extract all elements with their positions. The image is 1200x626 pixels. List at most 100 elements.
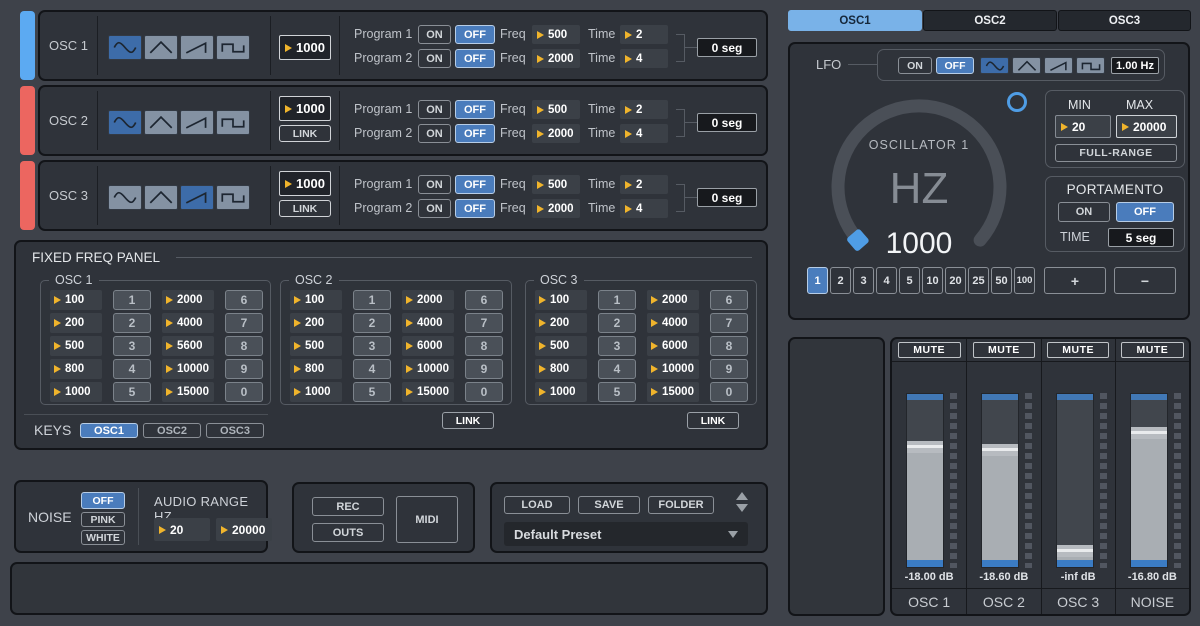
min-value-box[interactable]: 20 [1055, 115, 1111, 138]
fader-handle[interactable] [982, 444, 1018, 456]
freq-value-box[interactable]: 100 [290, 290, 342, 310]
step-4-button[interactable]: 4 [876, 267, 897, 294]
waveform-sine-button[interactable] [108, 185, 142, 210]
increment-button[interactable]: + [1044, 267, 1106, 294]
freq-key-button[interactable]: 7 [225, 313, 263, 333]
freq-key-button[interactable]: 2 [113, 313, 151, 333]
freq-key-button[interactable]: 2 [598, 313, 636, 333]
freq-key-button[interactable]: 8 [465, 336, 503, 356]
freq-key-button[interactable]: 9 [710, 359, 748, 379]
freq-value-box[interactable]: 4000 [162, 313, 214, 333]
freq-key-button[interactable]: 9 [465, 359, 503, 379]
program1-on-button[interactable]: ON [418, 175, 451, 194]
freq-key-button[interactable]: 3 [598, 336, 636, 356]
freq-key-button[interactable]: 2 [353, 313, 391, 333]
waveform-sine-button[interactable] [108, 35, 142, 60]
level-fader[interactable] [906, 393, 944, 568]
freq-value-box[interactable]: 10000 [402, 359, 454, 379]
mute-osc3-button[interactable]: MUTE [1047, 342, 1109, 358]
decrement-button[interactable]: − [1114, 267, 1176, 294]
lfo-wave-saw-button[interactable] [1044, 57, 1073, 74]
freq-key-button[interactable]: 1 [353, 290, 391, 310]
freq-value-box[interactable]: 800 [50, 359, 102, 379]
freq-key-button[interactable]: 4 [353, 359, 391, 379]
preset-up-button[interactable] [736, 492, 748, 500]
osc-frequency-box[interactable]: 1000 [279, 96, 331, 121]
waveform-triangle-button[interactable] [144, 110, 178, 135]
load-button[interactable]: LOAD [504, 496, 570, 514]
freq-value-box[interactable]: 4000 [647, 313, 699, 333]
mute-noise-button[interactable]: MUTE [1121, 342, 1183, 358]
program1-time-box[interactable]: 2 [620, 25, 668, 44]
fader-handle[interactable] [907, 441, 943, 453]
freq-key-button[interactable]: 7 [465, 313, 503, 333]
program2-off-button[interactable]: OFF [455, 124, 495, 143]
program1-time-box[interactable]: 2 [620, 100, 668, 119]
midi-button[interactable]: MIDI [396, 496, 458, 543]
waveform-triangle-button[interactable] [144, 35, 178, 60]
osc-frequency-box[interactable]: 1000 [279, 35, 331, 60]
freq-value-box[interactable]: 800 [290, 359, 342, 379]
program2-time-box[interactable]: 4 [620, 124, 668, 143]
freq-value-box[interactable]: 1000 [50, 382, 102, 402]
freq-value-box[interactable]: 200 [290, 313, 342, 333]
freq-value-box[interactable]: 100 [50, 290, 102, 310]
osc-frequency-box[interactable]: 1000 [279, 171, 331, 196]
freq-value-box[interactable]: 5600 [162, 336, 214, 356]
osc2-link-button[interactable]: LINK [442, 412, 494, 429]
freq-key-button[interactable]: 6 [465, 290, 503, 310]
portamento-on-button[interactable]: ON [1058, 202, 1110, 222]
freq-value-box[interactable]: 1000 [535, 382, 587, 402]
freq-key-button[interactable]: 0 [465, 382, 503, 402]
freq-value-box[interactable]: 6000 [647, 336, 699, 356]
program2-freq-box[interactable]: 2000 [532, 199, 580, 218]
noise-white-button[interactable]: WHITE [81, 530, 125, 545]
step-20-button[interactable]: 20 [945, 267, 966, 294]
waveform-square-button[interactable] [216, 185, 250, 210]
folder-button[interactable]: FOLDER [648, 496, 714, 514]
freq-value-box[interactable]: 800 [535, 359, 587, 379]
step-1-button[interactable]: 1 [807, 267, 828, 294]
fader-handle[interactable] [1131, 427, 1167, 439]
freq-value-box[interactable]: 15000 [647, 382, 699, 402]
freq-key-button[interactable]: 8 [225, 336, 263, 356]
freq-value-box[interactable]: 1000 [290, 382, 342, 402]
mute-osc2-button[interactable]: MUTE [973, 342, 1035, 358]
waveform-saw-button[interactable] [180, 185, 214, 210]
freq-key-button[interactable]: 0 [225, 382, 263, 402]
lfo-off-button[interactable]: OFF [936, 57, 974, 74]
portamento-off-button[interactable]: OFF [1116, 202, 1174, 222]
program2-time-box[interactable]: 4 [620, 49, 668, 68]
freq-key-button[interactable]: 5 [113, 382, 151, 402]
freq-key-button[interactable]: 8 [710, 336, 748, 356]
freq-value-box[interactable]: 500 [535, 336, 587, 356]
oscillator-dial[interactable]: OSCILLATOR 1 HZ 1000 [817, 85, 1021, 289]
step-50-button[interactable]: 50 [991, 267, 1012, 294]
freq-key-button[interactable]: 1 [113, 290, 151, 310]
tab-osc1[interactable]: OSC1 [788, 10, 922, 31]
program1-off-button[interactable]: OFF [455, 100, 495, 119]
freq-value-box[interactable]: 100 [535, 290, 587, 310]
tab-osc2[interactable]: OSC2 [923, 10, 1057, 31]
program2-on-button[interactable]: ON [418, 49, 451, 68]
program2-on-button[interactable]: ON [418, 199, 451, 218]
freq-key-button[interactable]: 0 [710, 382, 748, 402]
freq-value-box[interactable]: 2000 [162, 290, 214, 310]
freq-key-button[interactable]: 5 [598, 382, 636, 402]
waveform-square-button[interactable] [216, 35, 250, 60]
full-range-button[interactable]: FULL-RANGE [1055, 144, 1177, 162]
freq-value-box[interactable]: 500 [50, 336, 102, 356]
lfo-wave-triangle-button[interactable] [1012, 57, 1041, 74]
waveform-saw-button[interactable] [180, 35, 214, 60]
freq-value-box[interactable]: 500 [290, 336, 342, 356]
keys-osc1-button[interactable]: OSC1 [80, 423, 138, 438]
waveform-sine-button[interactable] [108, 110, 142, 135]
program2-off-button[interactable]: OFF [455, 199, 495, 218]
mute-osc1-button[interactable]: MUTE [898, 342, 961, 358]
program1-time-box[interactable]: 2 [620, 175, 668, 194]
step-25-button[interactable]: 25 [968, 267, 989, 294]
freq-value-box[interactable]: 4000 [402, 313, 454, 333]
waveform-saw-button[interactable] [180, 110, 214, 135]
freq-value-box[interactable]: 10000 [162, 359, 214, 379]
noise-off-button[interactable]: OFF [81, 492, 125, 509]
